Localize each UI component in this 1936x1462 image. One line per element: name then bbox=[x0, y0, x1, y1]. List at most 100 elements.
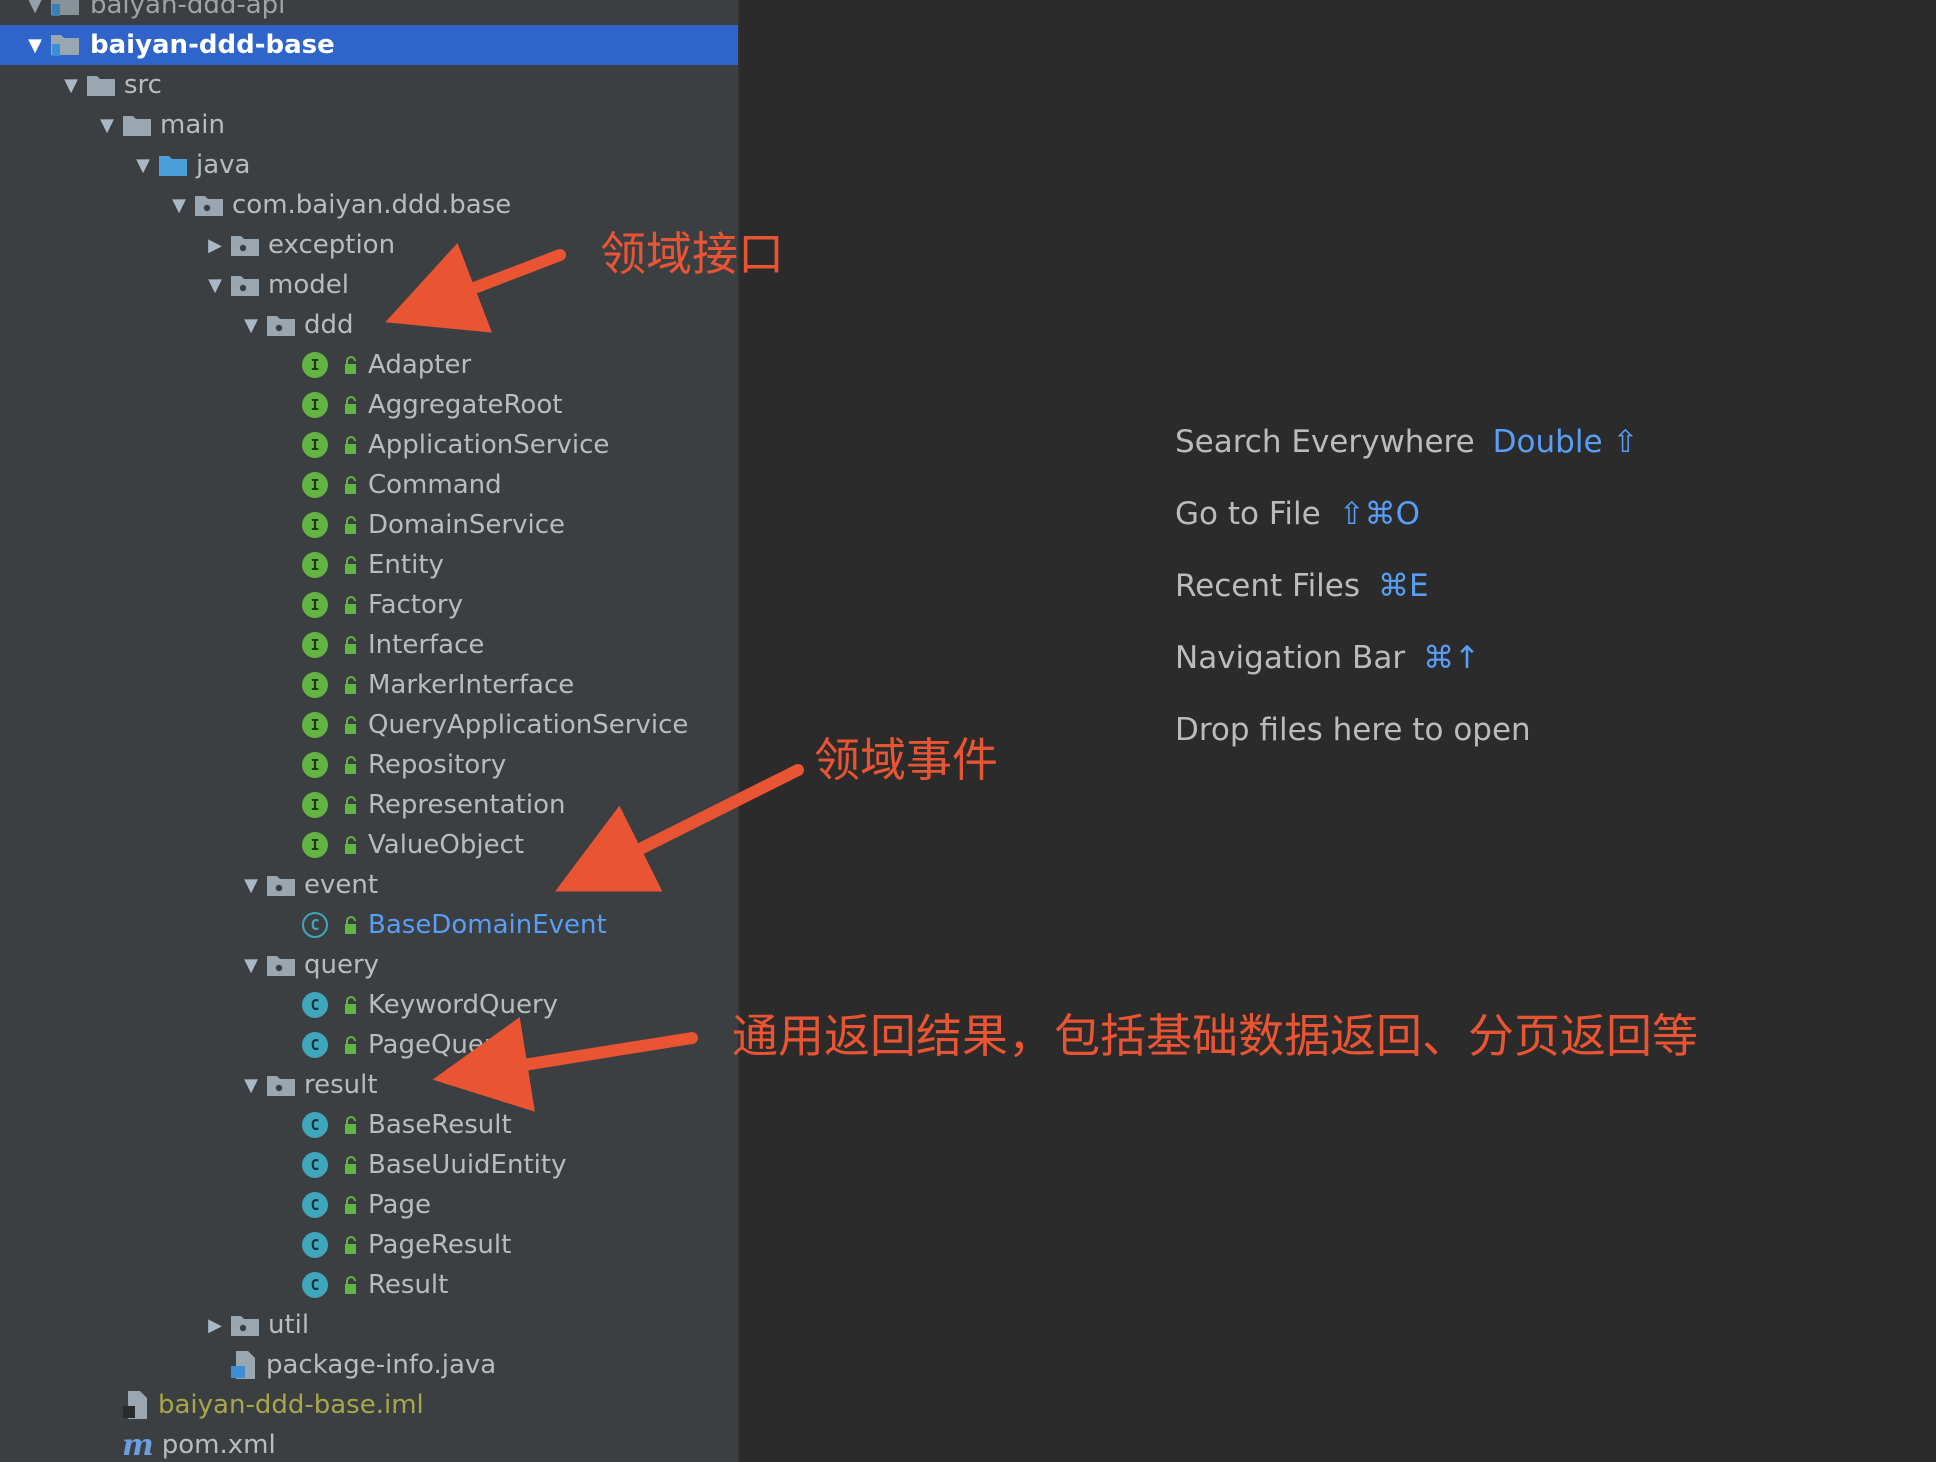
tree-row[interactable]: ▼CBaseUuidEntity bbox=[0, 1145, 738, 1185]
collapse-arrow-icon[interactable]: ▼ bbox=[236, 1075, 266, 1096]
tree-row-label: ValueObject bbox=[368, 830, 525, 860]
interface-icon: I bbox=[302, 432, 334, 458]
tree-row[interactable]: ▶ util bbox=[0, 1305, 738, 1345]
public-access-icon bbox=[342, 395, 360, 415]
tree-row[interactable]: ▼ result bbox=[0, 1065, 738, 1105]
tree-row[interactable]: ▼CPageResult bbox=[0, 1225, 738, 1265]
tree-row-label: AggregateRoot bbox=[368, 390, 563, 420]
tree-row[interactable]: ▼CBaseDomainEvent bbox=[0, 905, 738, 945]
tree-row-label: Adapter bbox=[368, 350, 472, 380]
tree-row[interactable]: ▼ baiyan-ddd-base bbox=[0, 25, 738, 65]
tree-row-label: ApplicationService bbox=[368, 430, 610, 460]
tree-row[interactable]: ▼CPage bbox=[0, 1185, 738, 1225]
collapse-arrow-icon[interactable]: ▼ bbox=[200, 275, 230, 296]
expand-arrow-icon[interactable]: ▶ bbox=[200, 235, 230, 256]
tree-row-label: pom.xml bbox=[161, 1430, 276, 1460]
tree-row-label: Interface bbox=[368, 630, 485, 660]
tree-row[interactable]: ▼IDomainService bbox=[0, 505, 738, 545]
collapse-arrow-icon[interactable]: ▼ bbox=[20, 0, 50, 16]
public-access-icon bbox=[342, 1155, 360, 1175]
hint-recent-files: Recent Files ⌘E bbox=[1175, 568, 1429, 604]
public-access-icon bbox=[342, 1275, 360, 1295]
tree-row[interactable]: ▼ baiyan-ddd-api bbox=[0, 0, 738, 25]
class-icon: C bbox=[302, 992, 334, 1018]
tree-row[interactable]: ▼CResult bbox=[0, 1265, 738, 1305]
tree-row[interactable]: ▼ event bbox=[0, 865, 738, 905]
iml-file-icon bbox=[122, 1390, 150, 1420]
interface-icon: I bbox=[302, 512, 334, 538]
hint-shortcut: ⇧⌘O bbox=[1338, 496, 1421, 532]
tree-row-label: KeywordQuery bbox=[368, 990, 559, 1020]
tree-row[interactable]: ▼CPageQuery bbox=[0, 1025, 738, 1065]
tree-row-label: baiyan-ddd-base bbox=[90, 30, 335, 60]
tree-row[interactable]: ▼CBaseResult bbox=[0, 1105, 738, 1145]
tree-row-label: PageResult bbox=[368, 1230, 512, 1260]
tree-row[interactable]: ▼package-info.java bbox=[0, 1345, 738, 1385]
package-icon bbox=[194, 193, 224, 217]
tree-row[interactable]: ▼IAdapter bbox=[0, 345, 738, 385]
tree-row[interactable]: ▼IFactory bbox=[0, 585, 738, 625]
collapse-arrow-icon[interactable]: ▼ bbox=[20, 35, 50, 56]
tree-row-label: util bbox=[268, 1310, 310, 1340]
tree-row[interactable]: ▼IAggregateRoot bbox=[0, 385, 738, 425]
class-icon: C bbox=[302, 1192, 334, 1218]
public-access-icon bbox=[342, 1035, 360, 1055]
tree-row-label: com.baiyan.ddd.base bbox=[232, 190, 512, 220]
collapse-arrow-icon[interactable]: ▼ bbox=[236, 875, 266, 896]
interface-icon: I bbox=[302, 792, 334, 818]
tree-row[interactable]: ▼ICommand bbox=[0, 465, 738, 505]
collapse-arrow-icon[interactable]: ▼ bbox=[56, 75, 86, 96]
tree-row-label: BaseResult bbox=[368, 1110, 512, 1140]
public-access-icon bbox=[342, 915, 360, 935]
tree-row[interactable]: ▼IRepresentation bbox=[0, 785, 738, 825]
tree-row[interactable]: ▼IRepository bbox=[0, 745, 738, 785]
collapse-arrow-icon[interactable]: ▼ bbox=[92, 115, 122, 136]
tree-row[interactable]: ▼IQueryApplicationService bbox=[0, 705, 738, 745]
tree-row[interactable]: ▼IValueObject bbox=[0, 825, 738, 865]
collapse-arrow-icon[interactable]: ▼ bbox=[164, 195, 194, 216]
public-access-icon bbox=[342, 555, 360, 575]
hint-go-to-file: Go to File ⇧⌘O bbox=[1175, 496, 1420, 532]
abstract-class-icon: C bbox=[302, 912, 334, 938]
tree-row-label: DomainService bbox=[368, 510, 565, 540]
tree-row[interactable]: ▼mpom.xml bbox=[0, 1425, 738, 1462]
tree-row[interactable]: ▼IApplicationService bbox=[0, 425, 738, 465]
tree-row-label: result bbox=[304, 1070, 378, 1100]
expand-arrow-icon[interactable]: ▶ bbox=[200, 1315, 230, 1336]
class-icon: C bbox=[302, 1152, 334, 1178]
public-access-icon bbox=[342, 635, 360, 655]
tree-row[interactable]: ▼ ddd bbox=[0, 305, 738, 345]
tree-row[interactable]: ▼CKeywordQuery bbox=[0, 985, 738, 1025]
public-access-icon bbox=[342, 1235, 360, 1255]
tree-row-label: Result bbox=[368, 1270, 449, 1300]
interface-icon: I bbox=[302, 672, 334, 698]
tree-row-label: Repository bbox=[368, 750, 507, 780]
package-icon bbox=[230, 1313, 260, 1337]
interface-icon: I bbox=[302, 592, 334, 618]
tree-row-label: src bbox=[124, 70, 162, 100]
package-icon bbox=[266, 313, 296, 337]
tree-row[interactable]: ▼ main bbox=[0, 105, 738, 145]
tree-row[interactable]: ▼baiyan-ddd-base.iml bbox=[0, 1385, 738, 1425]
tree-row[interactable]: ▼ java bbox=[0, 145, 738, 185]
hint-navigation-bar: Navigation Bar ⌘↑ bbox=[1175, 640, 1480, 676]
maven-icon: m bbox=[122, 1427, 154, 1462]
annotation-domain-interface: 领域接口 bbox=[600, 227, 784, 281]
tree-row-label: Factory bbox=[368, 590, 463, 620]
collapse-arrow-icon[interactable]: ▼ bbox=[236, 315, 266, 336]
tree-row-label: package-info.java bbox=[266, 1350, 497, 1380]
collapse-arrow-icon[interactable]: ▼ bbox=[128, 155, 158, 176]
package-icon bbox=[230, 273, 260, 297]
interface-icon: I bbox=[302, 832, 334, 858]
collapse-arrow-icon[interactable]: ▼ bbox=[236, 955, 266, 976]
module-folder-icon bbox=[50, 32, 82, 58]
tree-row[interactable]: ▼ query bbox=[0, 945, 738, 985]
interface-icon: I bbox=[302, 632, 334, 658]
tree-row[interactable]: ▼IInterface bbox=[0, 625, 738, 665]
tree-row[interactable]: ▼IMarkerInterface bbox=[0, 665, 738, 705]
tree-row[interactable]: ▼IEntity bbox=[0, 545, 738, 585]
tree-row-label: MarkerInterface bbox=[368, 670, 575, 700]
hint-label: Search Everywhere bbox=[1175, 424, 1475, 460]
tree-row[interactable]: ▼ src bbox=[0, 65, 738, 105]
public-access-icon bbox=[342, 435, 360, 455]
